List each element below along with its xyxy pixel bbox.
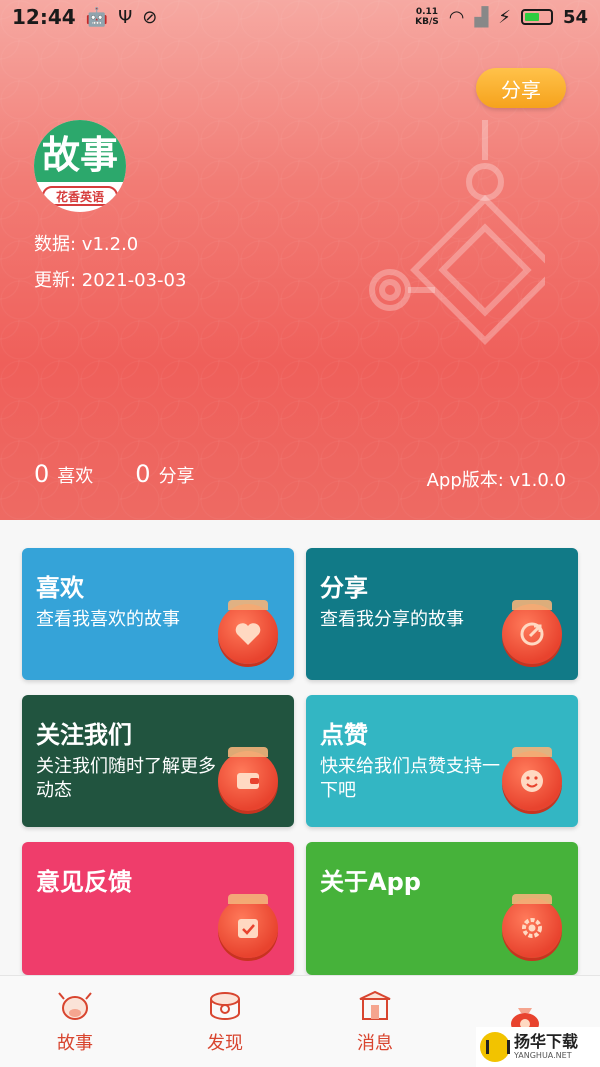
tab-stories[interactable]: 故事 (0, 976, 150, 1067)
share-button[interactable]: 分享 (476, 68, 566, 108)
network-speed: 0.11 KB/S (415, 7, 439, 27)
tab-messages[interactable]: 消息 (300, 976, 450, 1067)
menu-grid: 喜欢 查看我喜欢的故事 分享 查看我分享的故事 关注我们 关注我们随时了解更多动… (0, 520, 600, 975)
feedback-card[interactable]: 意见反馈 (22, 842, 294, 975)
watermark-logo-icon (480, 1032, 510, 1062)
likes-label: 喜欢 (57, 466, 94, 487)
tab-messages-label: 消息 (357, 1032, 393, 1054)
drum-icon (210, 991, 240, 1020)
status-bar: 12:44 🤖 Ψ ⊘ 0.11 KB/S ◠ ▟ ⚡ 54 (0, 0, 600, 34)
update-date: 更新: 2021-03-03 (34, 270, 187, 291)
battery-level: 54 (562, 6, 588, 28)
shares-card[interactable]: 分享 查看我分享的故事 (306, 548, 578, 680)
app-logo: 故事 花香英语 (34, 120, 126, 212)
data-version: 数据: v1.2.0 (34, 234, 139, 255)
calendar-check-icon (218, 894, 278, 958)
chinese-knot-decoration (369, 120, 545, 345)
usb-icon: Ψ (118, 6, 133, 28)
heart-icon (218, 600, 278, 664)
check-circle-icon: ⊘ (142, 6, 158, 28)
about-app-card[interactable]: 关于App (306, 842, 578, 975)
clock: 12:44 (12, 5, 76, 29)
watermark: 扬华下载 YANGHUA.NET (476, 1027, 600, 1067)
tab-stories-label: 故事 (57, 1032, 93, 1054)
shares-stat[interactable]: 0 分享 (135, 460, 194, 488)
android-icon: 🤖 (85, 6, 109, 28)
stats-row: 0 喜欢 0 分享 (34, 460, 195, 488)
cow-icon (58, 991, 92, 1020)
smile-icon (502, 747, 562, 811)
shares-count: 0 (135, 460, 151, 488)
tab-discover-label: 发现 (207, 1032, 243, 1054)
charging-icon: ⚡ (498, 6, 511, 28)
tab-discover[interactable]: 发现 (150, 976, 300, 1067)
likes-stat[interactable]: 0 喜欢 (34, 460, 93, 488)
battery-icon (520, 9, 553, 25)
shares-label: 分享 (158, 466, 195, 487)
gear-icon (502, 894, 562, 958)
share-arrow-icon (502, 600, 562, 664)
app-version: App版本: v1.0.0 (426, 470, 566, 491)
profile-header: 12:44 🤖 Ψ ⊘ 0.11 KB/S ◠ ▟ ⚡ 54 分享 故事 花香英语… (0, 0, 600, 520)
upvote-card[interactable]: 点赞 快来给我们点赞支持一下吧 (306, 695, 578, 827)
gate-icon (359, 990, 391, 1020)
likes-card[interactable]: 喜欢 查看我喜欢的故事 (22, 548, 294, 680)
follow-us-card[interactable]: 关注我们 关注我们随时了解更多动态 (22, 695, 294, 827)
wallet-icon (218, 747, 278, 811)
signal-icon: ▟ (474, 6, 489, 28)
wifi-icon: ◠ (448, 6, 465, 28)
likes-count: 0 (34, 460, 50, 488)
